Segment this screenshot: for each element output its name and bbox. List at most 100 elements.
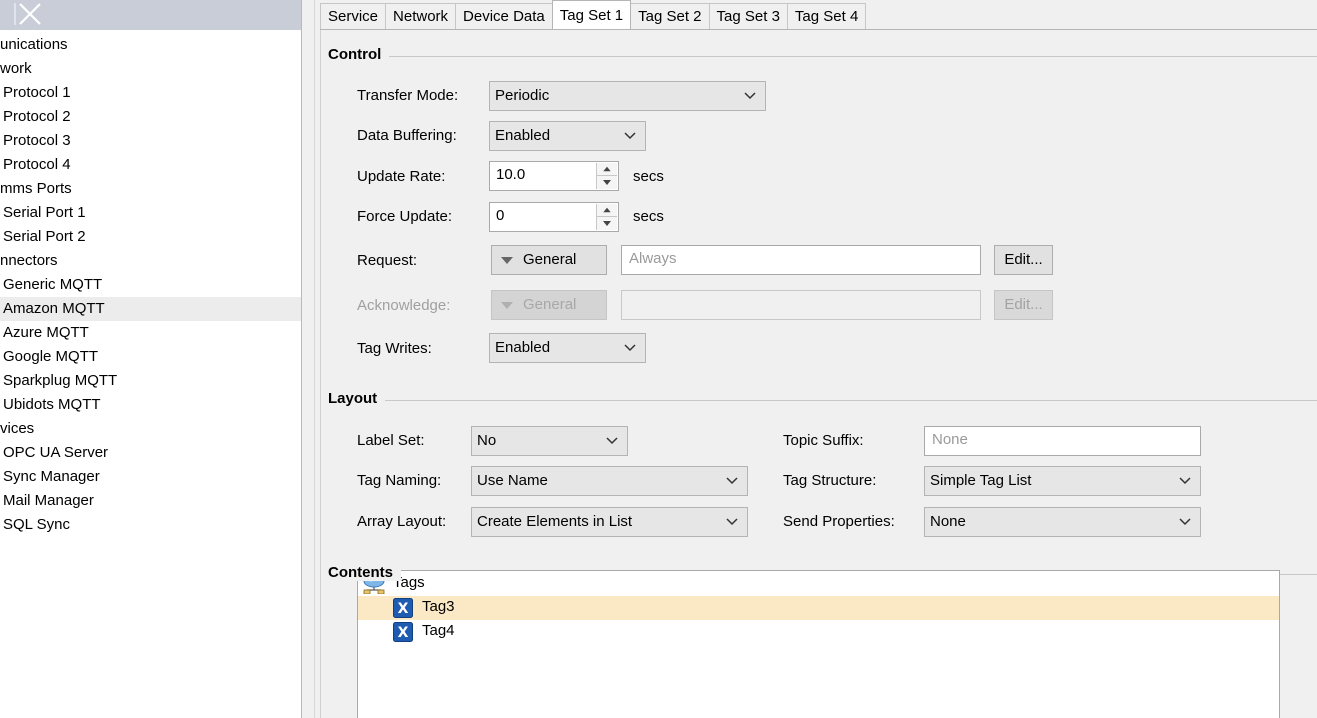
topic-suffix-field[interactable]: None	[924, 426, 1201, 456]
tree-item-label: Mail Manager	[3, 492, 94, 509]
section-divider	[328, 56, 1317, 57]
tree-item[interactable]: mms Ports	[0, 177, 301, 201]
tree-item[interactable]: Serial Port 2	[0, 225, 301, 249]
tag-structure-label: Tag Structure:	[783, 472, 877, 489]
tree-item-label: Amazon MQTT	[3, 300, 105, 317]
tab-tag-set-2[interactable]: Tag Set 2	[630, 3, 710, 29]
data-buffering-label: Data Buffering:	[357, 127, 457, 144]
tree-item-label: Protocol 4	[3, 156, 71, 173]
tab-network[interactable]: Network	[385, 3, 457, 29]
tree-item-label: Sparkplug MQTT	[3, 372, 118, 389]
acknowledge-condition-field[interactable]	[621, 290, 981, 320]
dropdown-triangle-icon	[501, 302, 513, 309]
spinner-buttons	[596, 204, 617, 230]
control-section-header: Control	[328, 46, 1317, 66]
tree-item[interactable]: unications	[0, 33, 301, 57]
tag-naming-label: Tag Naming:	[357, 472, 442, 489]
force-update-spinner[interactable]: 0	[489, 202, 619, 232]
update-rate-spinner[interactable]: 10.0	[489, 161, 619, 191]
tag-writes-select[interactable]: Enabled	[489, 333, 646, 363]
tree-item-tag4[interactable]: X Tag4	[358, 620, 1279, 644]
send-properties-select[interactable]: None	[924, 507, 1201, 537]
tree-item[interactable]: Serial Port 1	[0, 201, 301, 225]
tag-structure-select[interactable]: Simple Tag List	[924, 466, 1201, 496]
contents-heading: Contents	[328, 564, 401, 581]
tree-item[interactable]: Google MQTT	[0, 345, 301, 369]
spin-down-icon[interactable]	[597, 176, 617, 189]
request-type-button[interactable]: General	[491, 245, 607, 275]
tree-item[interactable]: nnectors	[0, 249, 301, 273]
send-properties-label: Send Properties:	[783, 513, 895, 530]
tag-contents-tree[interactable]: Tags X Tag3 X Tag4	[357, 570, 1280, 718]
tree-item[interactable]: Sync Manager	[0, 465, 301, 489]
tree-root-tags[interactable]: Tags	[358, 572, 1279, 596]
tree-item-label: Ubidots MQTT	[3, 396, 101, 413]
tree-item-label: Protocol 3	[3, 132, 71, 149]
force-update-value: 0	[496, 207, 505, 224]
navigation-tree-panel: unications work Protocol 1 Protocol 2 Protoc…	[0, 0, 301, 718]
label-set-label: Label Set:	[357, 432, 425, 449]
label-set-select[interactable]: No	[471, 426, 628, 456]
tab-device-data[interactable]: Device Data	[455, 3, 553, 29]
tree-item[interactable]: OPC UA Server	[0, 441, 301, 465]
tag-writes-value: Enabled	[495, 339, 551, 356]
tree-item[interactable]: Sparkplug MQTT	[0, 369, 301, 393]
spin-up-icon[interactable]	[597, 163, 617, 176]
tree-item[interactable]: Protocol 3	[0, 129, 301, 153]
acknowledge-label: Acknowledge:	[357, 297, 451, 314]
transfer-mode-select[interactable]: Periodic	[489, 81, 766, 111]
spin-up-icon[interactable]	[597, 204, 617, 217]
chevron-down-icon	[726, 477, 738, 485]
acknowledge-type-button[interactable]: General	[491, 290, 607, 320]
tab-tag-set-1[interactable]: Tag Set 1	[551, 0, 632, 29]
tree-item-label: work	[0, 60, 32, 77]
update-rate-value: 10.0	[496, 166, 526, 183]
tag-writes-label: Tag Writes:	[357, 340, 432, 357]
tree-item-tag3[interactable]: X Tag3	[358, 596, 1279, 620]
chevron-down-icon	[606, 437, 618, 445]
request-edit-label: Edit...	[1004, 251, 1043, 268]
data-buffering-value: Enabled	[495, 127, 551, 144]
update-rate-label: Update Rate:	[357, 168, 446, 185]
request-condition-placeholder: Always	[629, 250, 677, 267]
tag-naming-select[interactable]: Use Name	[471, 466, 748, 496]
tree-item[interactable]: SQL Sync	[0, 513, 301, 537]
tree-item[interactable]: work	[0, 57, 301, 81]
tab-tag-set-3[interactable]: Tag Set 3	[708, 3, 788, 29]
tab-tag-set-4[interactable]: Tag Set 4	[786, 3, 867, 29]
tree-item[interactable]: Generic MQTT	[0, 273, 301, 297]
tree-item[interactable]: Ubidots MQTT	[0, 393, 301, 417]
tree-item-label: vices	[0, 420, 35, 437]
tree-item-label: Sync Manager	[3, 468, 100, 485]
tree-item[interactable]: Protocol 2	[0, 105, 301, 129]
array-layout-value: Create Elements in List	[477, 513, 633, 530]
array-layout-select[interactable]: Create Elements in List	[471, 507, 748, 537]
request-condition-field[interactable]: Always	[621, 245, 981, 275]
tree-item-label: unications	[0, 36, 68, 53]
tab-service[interactable]: Service	[320, 3, 387, 29]
tree-item[interactable]: Protocol 1	[0, 81, 301, 105]
transfer-mode-value: Periodic	[495, 87, 550, 104]
panel-splitter[interactable]	[301, 0, 315, 718]
request-edit-button[interactable]: Edit...	[994, 245, 1053, 275]
tree-item[interactable]: Mail Manager	[0, 489, 301, 513]
close-icon[interactable]	[14, 3, 42, 25]
tree-item-label: nnectors	[0, 252, 58, 269]
tree-item[interactable]: Amazon MQTT	[0, 297, 301, 321]
request-label: Request:	[357, 252, 418, 269]
acknowledge-edit-button[interactable]: Edit...	[994, 290, 1053, 320]
tree-item-label: Tag3	[422, 598, 455, 615]
tree-item-label: OPC UA Server	[3, 444, 109, 461]
control-heading: Control	[328, 46, 390, 63]
chevron-down-icon	[624, 132, 636, 140]
data-buffering-select[interactable]: Enabled	[489, 121, 646, 151]
tag-structure-value: Simple Tag List	[930, 472, 1032, 489]
tree-item-label: Google MQTT	[3, 348, 99, 365]
tree-item[interactable]: Azure MQTT	[0, 321, 301, 345]
spin-down-icon[interactable]	[597, 217, 617, 230]
tree-item[interactable]: Protocol 4	[0, 153, 301, 177]
topic-suffix-label: Topic Suffix:	[783, 432, 864, 449]
array-layout-label: Array Layout:	[357, 513, 447, 530]
tree-item[interactable]: vices	[0, 417, 301, 441]
tag-naming-value: Use Name	[477, 472, 548, 489]
